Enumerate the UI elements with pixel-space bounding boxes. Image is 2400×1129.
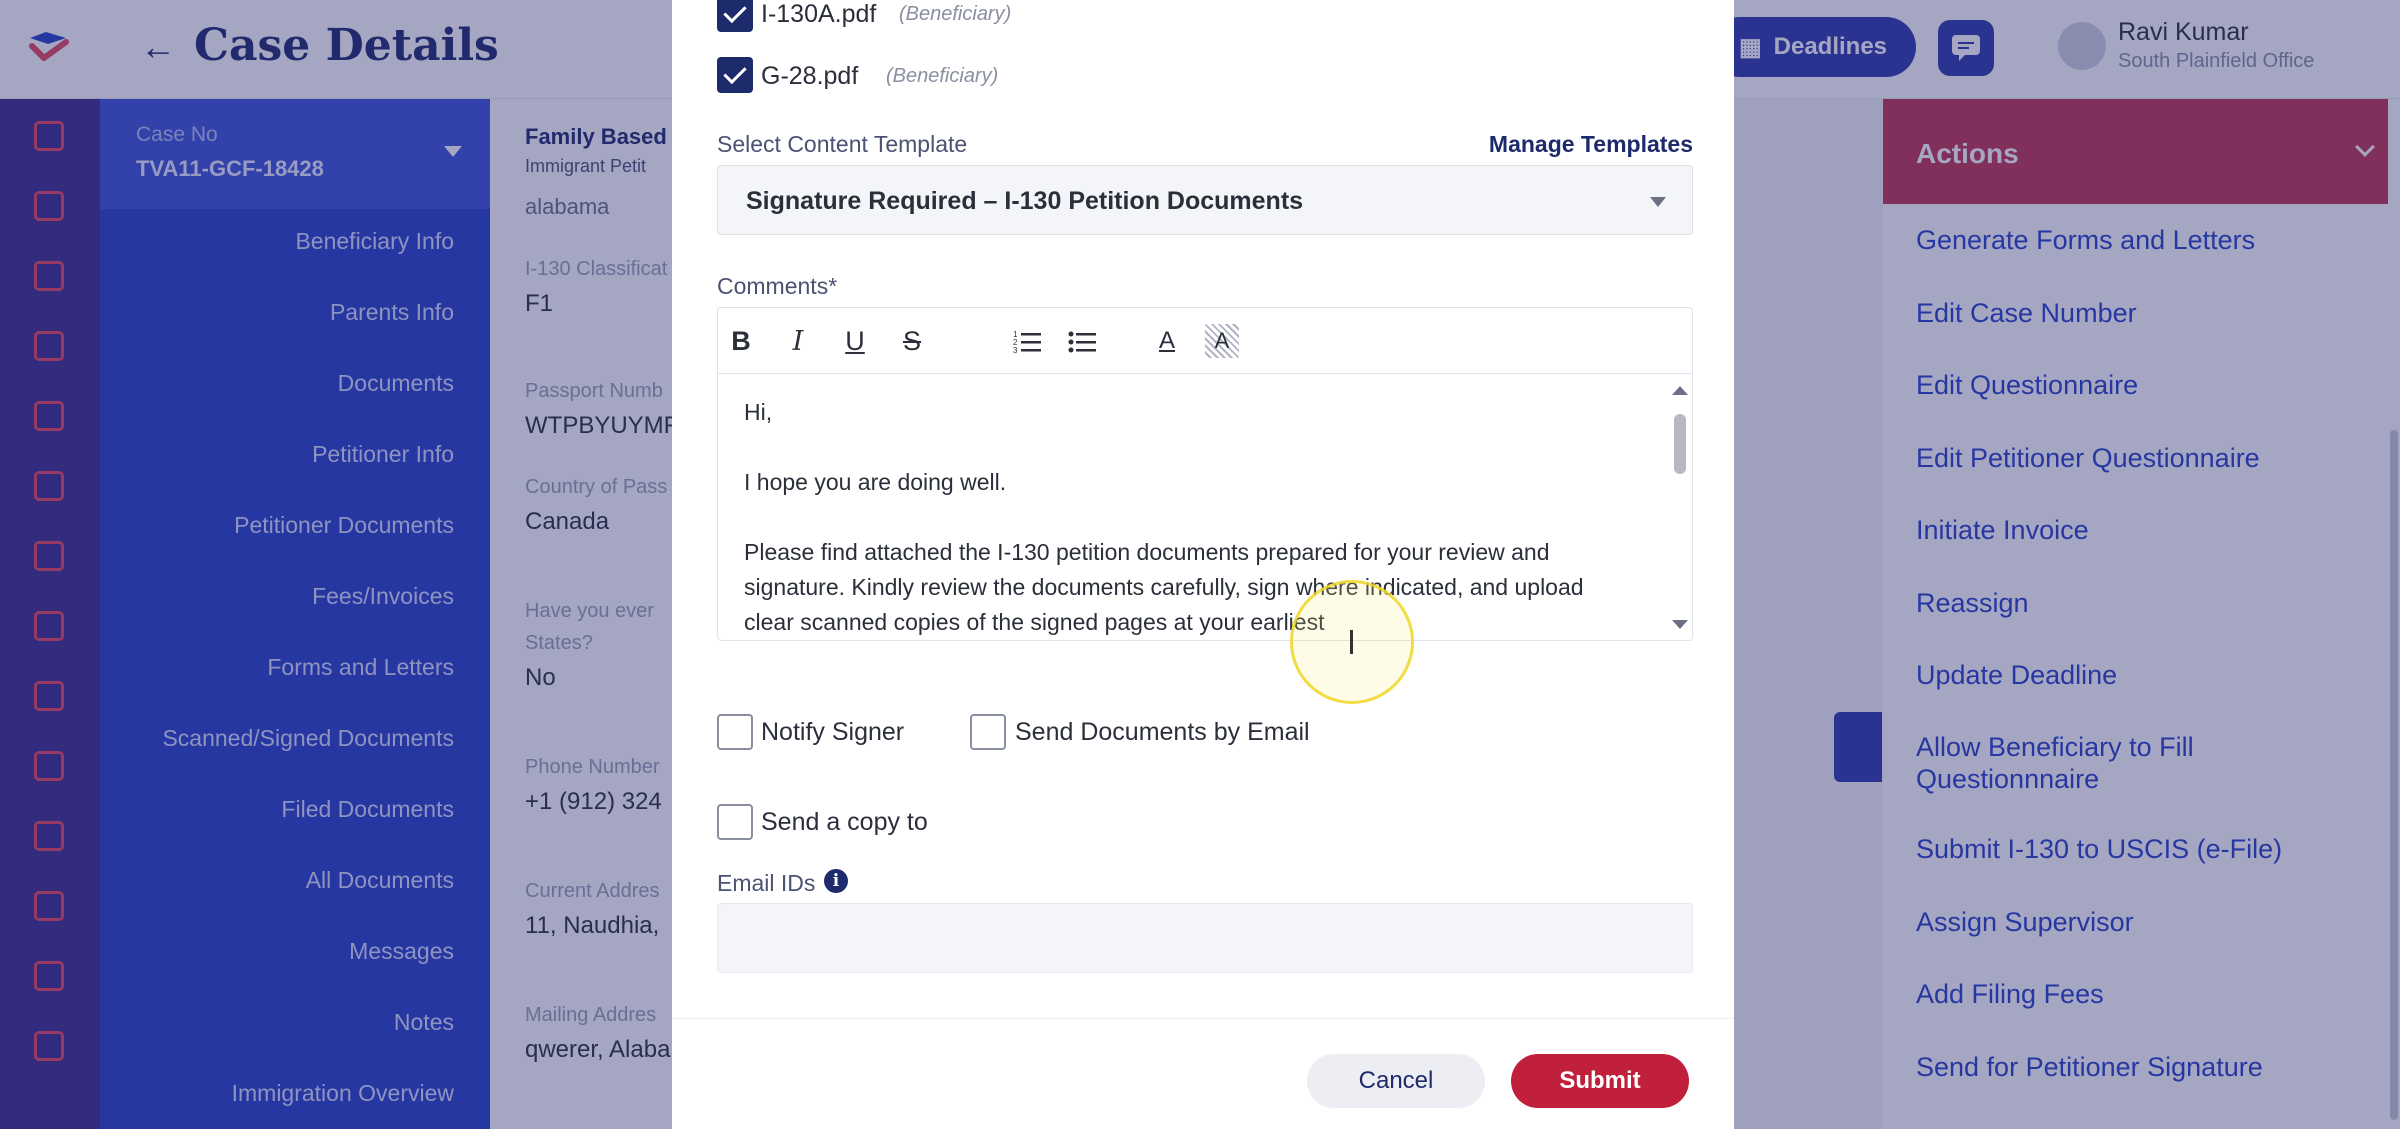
font-color-button[interactable]: A: [1150, 324, 1184, 358]
template-select-value: Signature Required – I-130 Petition Docu…: [746, 187, 1304, 215]
notify-signer-label[interactable]: Notify Signer: [761, 718, 904, 747]
manage-templates-link[interactable]: Manage Templates: [1489, 131, 1693, 158]
template-label-row: Select Content Template Manage Templates: [717, 131, 1693, 161]
send-documents-modal: I-130A.pdf (Beneficiary) G-28.pdf (Benef…: [672, 0, 1734, 1129]
scroll-thumb[interactable]: [1674, 414, 1686, 474]
file-tag: (Beneficiary): [899, 3, 1012, 25]
strikethrough-button[interactable]: S: [895, 324, 929, 358]
italic-button[interactable]: I: [781, 324, 815, 358]
cancel-button[interactable]: Cancel: [1307, 1054, 1485, 1108]
template-label: Select Content Template: [717, 131, 968, 157]
rich-text-editor[interactable]: B I U S 123 A A Hi, I hope you are doing…: [717, 307, 1693, 641]
editor-line: I hope you are doing well.: [744, 469, 1007, 495]
editor-scrollbar[interactable]: [1672, 378, 1688, 638]
file-tag: (Beneficiary): [886, 65, 999, 87]
ordered-list-icon[interactable]: 123: [1010, 324, 1044, 358]
scroll-down-icon[interactable]: [1672, 620, 1688, 629]
editor-content[interactable]: Hi, I hope you are doing well. Please fi…: [718, 375, 1658, 640]
send-copy-checkbox[interactable]: [717, 804, 753, 840]
file-name: G-28.pdf: [761, 62, 859, 90]
editor-toolbar: B I U S 123 A A: [718, 308, 1692, 374]
divider: [672, 1018, 1734, 1019]
underline-button[interactable]: U: [838, 324, 872, 358]
notify-signer-checkbox[interactable]: [717, 714, 753, 750]
file-checkbox-g28[interactable]: [717, 57, 753, 93]
template-select[interactable]: Signature Required – I-130 Petition Docu…: [717, 165, 1693, 235]
bold-button[interactable]: B: [724, 324, 758, 358]
send-by-email-label[interactable]: Send Documents by Email: [1015, 718, 1310, 747]
editor-line: Hi,: [744, 399, 773, 425]
scroll-up-icon[interactable]: [1672, 386, 1688, 395]
send-copy-label[interactable]: Send a copy to: [761, 808, 928, 837]
text-cursor-icon: [1350, 630, 1353, 654]
comments-label: Comments*: [717, 273, 838, 299]
svg-text:3: 3: [1013, 346, 1018, 353]
file-name: I-130A.pdf: [761, 0, 877, 28]
bullet-list-icon[interactable]: [1065, 324, 1099, 358]
background-color-button[interactable]: A: [1205, 324, 1239, 358]
editor-line: Please find attached the I-130 petition …: [744, 539, 1584, 635]
file-checkbox-i130a[interactable]: [717, 0, 753, 32]
email-ids-label: Email IDs: [717, 870, 816, 896]
send-by-email-checkbox[interactable]: [970, 714, 1006, 750]
submit-button[interactable]: Submit: [1511, 1054, 1689, 1108]
chevron-down-icon: [1650, 197, 1666, 207]
info-icon[interactable]: i: [824, 869, 848, 893]
email-ids-input[interactable]: [717, 903, 1693, 973]
